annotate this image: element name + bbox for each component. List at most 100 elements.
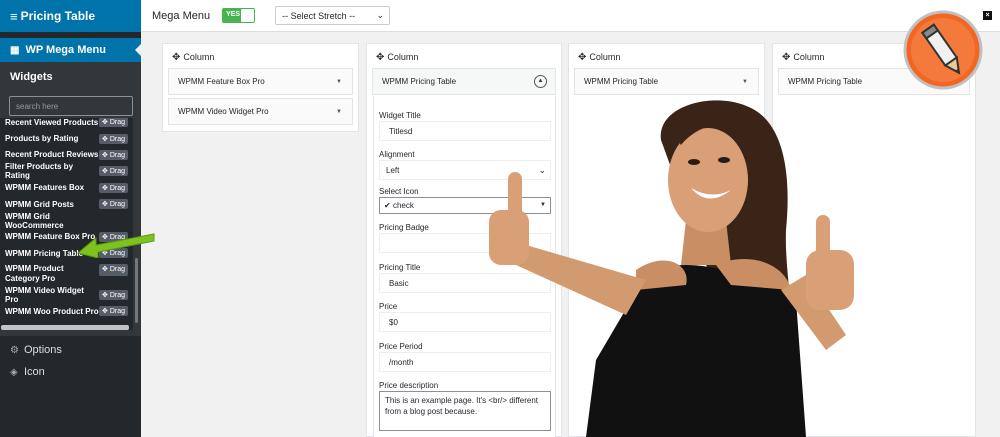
sidebar-item-label: Icon <box>24 366 45 378</box>
caret-down-icon[interactable]: ▼ <box>336 79 342 85</box>
move-icon[interactable]: ✥ <box>172 52 180 63</box>
widget-item-label: WPMM Product Category Pro <box>5 263 64 283</box>
move-icon[interactable]: ✥ <box>376 52 384 63</box>
price-period-label: Price Period <box>379 342 423 351</box>
drag-label: Drag <box>109 291 125 299</box>
pricing-title-value: Basic <box>389 278 409 288</box>
price-label: Price <box>379 302 398 311</box>
thumbs-up-woman-photo <box>489 100 854 437</box>
mega-menu-label: Mega Menu <box>152 9 211 22</box>
toggle-knob <box>241 9 255 22</box>
mega-menu-toggle[interactable]: YES <box>222 8 256 23</box>
toggle-label: YES <box>226 11 241 18</box>
pointer-arrow-icon <box>76 233 155 258</box>
widget-item-label: Recent Product Reviews <box>5 150 99 160</box>
check-icon: ✔ <box>384 201 393 210</box>
stretch-select-value: -- Select Stretch -- <box>282 10 356 21</box>
widget-item[interactable]: WPMM Woo Product Pro ✥ Drag <box>0 303 133 319</box>
drag-label: Drag <box>109 201 125 209</box>
column-label: Column <box>793 52 825 62</box>
widget-item-label: Filter Products by Rating <box>5 162 74 181</box>
drag-button[interactable]: ✥ Drag <box>99 166 128 177</box>
widget-title-label: Widget Title <box>379 111 421 120</box>
drag-button[interactable]: ✥ Drag <box>99 199 128 210</box>
caret-down-icon[interactable]: ▼ <box>742 79 748 85</box>
column-header[interactable]: ✥ Column <box>569 44 764 70</box>
drag-label: Drag <box>109 265 125 273</box>
widget-item-label: WPMM Woo Product Pro <box>5 306 99 316</box>
column-widget-title: WPMM Video Widget Pro <box>178 107 269 116</box>
column-widget-title: WPMM Pricing Table <box>788 77 863 86</box>
sidebar-item-options[interactable]: ⚙ Options <box>10 344 62 356</box>
column-widget-open[interactable]: WPMM Pricing Table ▲ <box>372 68 556 95</box>
drag-label: Drag <box>109 168 125 176</box>
menu-icon: ≡ <box>10 8 18 24</box>
column-header[interactable]: ✥ Column <box>367 44 561 70</box>
drag-button[interactable]: ✥ Drag <box>99 149 128 160</box>
move-icon[interactable]: ✥ <box>782 52 790 63</box>
drag-button[interactable]: ✥ Drag <box>99 263 128 276</box>
top-toolbar: Mega Menu YES -- Select Stretch -- ⌄ × <box>141 0 1000 32</box>
gear-icon: ⚙ <box>10 344 19 356</box>
widget-item[interactable]: Recent Product Reviews ✥ Drag <box>0 147 133 163</box>
app-title-bar[interactable]: ≡ Pricing Table <box>0 0 141 32</box>
drag-label: Drag <box>109 308 125 316</box>
pencil-edit-icon[interactable] <box>903 10 983 90</box>
drag-button[interactable]: ✥ Drag <box>99 133 128 144</box>
column-header[interactable]: ✥ Column <box>163 44 358 70</box>
widget-item-label: Recent Viewed Products <box>5 118 99 127</box>
chevron-down-icon: ⌄ <box>376 10 385 20</box>
widget-item[interactable]: WPMM Video Widget Pro ✥ Drag <box>0 286 133 304</box>
collapse-icon[interactable]: ▲ <box>534 75 547 88</box>
column-widget-title: WPMM Pricing Table <box>382 77 457 86</box>
widget-item[interactable]: Products by Rating ✥ Drag <box>0 130 133 146</box>
close-button[interactable]: × <box>983 11 992 20</box>
pricing-badge-label: Pricing Badge <box>379 223 429 232</box>
widgets-title: Widgets <box>10 71 53 83</box>
column-widget[interactable]: WPMM Pricing Table ▼ <box>574 68 759 95</box>
column-widget-title: WPMM Pricing Table <box>584 77 659 86</box>
widget-item[interactable]: WPMM Features Box ✥ Drag <box>0 180 133 196</box>
caret-down-icon[interactable]: ▼ <box>336 109 342 115</box>
price-description-label: Price description <box>379 381 439 390</box>
column-widget[interactable]: WPMM Video Widget Pro ▼ <box>168 98 353 125</box>
drag-label: Drag <box>109 135 125 143</box>
widget-title-value: Titlesd <box>389 126 413 136</box>
widget-list: Recent Viewed Products ✥ Drag Products by… <box>0 118 133 330</box>
app-title: Pricing Table <box>20 9 96 23</box>
widget-item[interactable]: WPMM Product Category Pro ✥ Drag <box>0 262 133 287</box>
sidebar-item-label: WP Mega Menu <box>25 44 106 56</box>
icon-select-value: check <box>392 201 414 210</box>
vertical-scrollbar[interactable] <box>135 258 138 323</box>
admin-sidebar: ≡ Pricing Table ▦ WP Mega Menu Widgets R… <box>0 0 141 437</box>
widget-item-label: Products by Rating <box>5 134 79 144</box>
drag-label: Drag <box>109 151 125 159</box>
drag-label: Drag <box>109 119 125 127</box>
select-icon-label: Select Icon <box>379 187 419 196</box>
sidebar-item-icon[interactable]: ◈ Icon <box>10 366 45 378</box>
widget-item[interactable]: WPMM Grid Posts ✥ Drag <box>0 196 133 212</box>
column-widget-title: WPMM Feature Box Pro <box>178 77 265 86</box>
drag-label: Drag <box>109 184 125 192</box>
drag-button[interactable]: ✥ Drag <box>99 182 128 193</box>
widget-item-label: WPMM Features Box <box>5 183 85 193</box>
sidebar-item-wp-mega-menu[interactable]: ▦ WP Mega Menu <box>0 38 141 62</box>
horizontal-scrollbar[interactable] <box>1 325 129 330</box>
price-period-value: /month <box>389 357 414 367</box>
stretch-select[interactable]: -- Select Stretch -- ⌄ <box>275 6 391 25</box>
alignment-label: Alignment <box>379 150 415 159</box>
column-widget[interactable]: WPMM Feature Box Pro ▼ <box>168 68 353 95</box>
widget-item[interactable]: Recent Viewed Products ✥ Drag <box>0 118 133 130</box>
widget-item-label: WPMM Grid WooCommerce <box>5 211 64 230</box>
drag-button[interactable]: ✥ Drag <box>99 289 128 300</box>
widget-item[interactable]: Filter Products by Rating ✥ Drag <box>0 162 133 181</box>
drag-button[interactable]: ✥ Drag <box>99 118 128 128</box>
pricing-title-label: Pricing Title <box>379 263 421 272</box>
widget-item-label: WPMM Grid Posts <box>5 199 74 209</box>
widget-item[interactable]: WPMM Grid WooCommerce <box>0 211 133 230</box>
drag-button[interactable]: ✥ Drag <box>99 306 128 317</box>
widget-search-input[interactable] <box>9 96 133 116</box>
move-icon[interactable]: ✥ <box>578 52 586 63</box>
alignment-value: Left <box>386 165 400 175</box>
column-label: Column <box>387 52 419 62</box>
